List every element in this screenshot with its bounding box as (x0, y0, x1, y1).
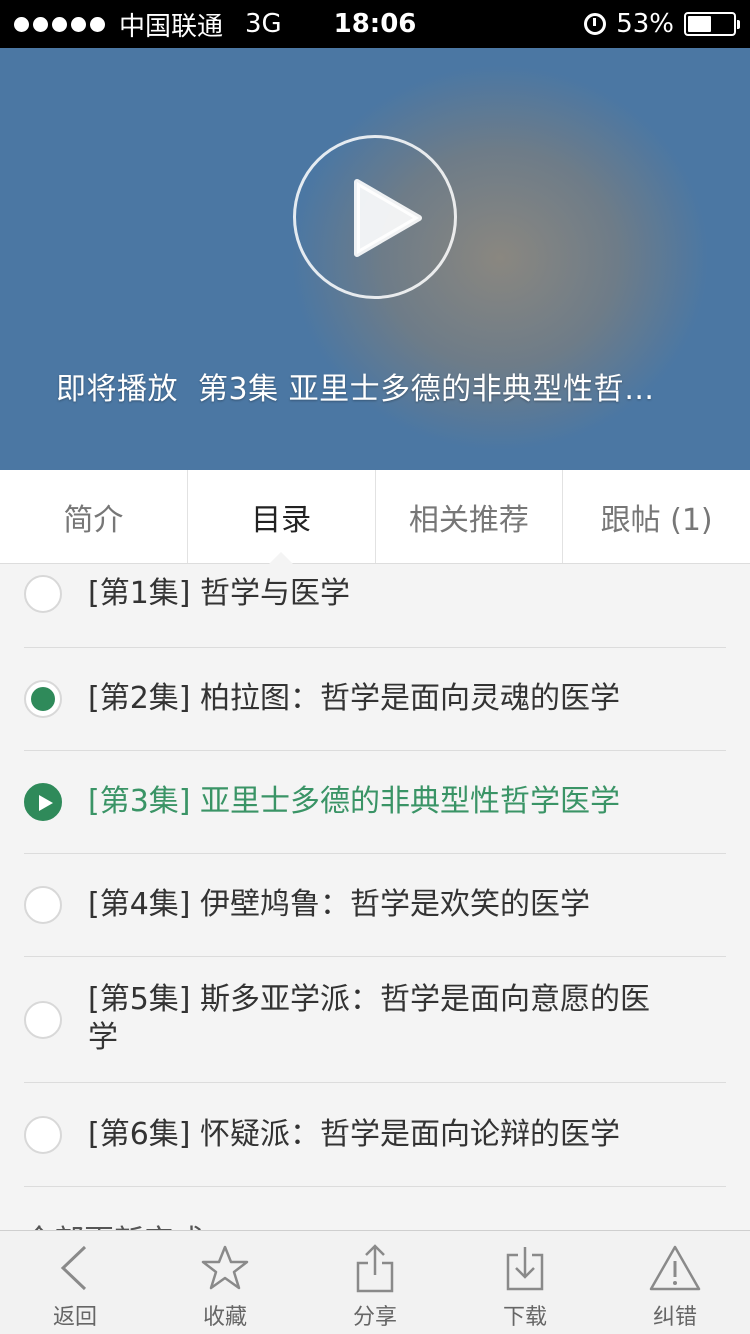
status-bar: 中国联通 3G 18:06 53% (0, 0, 750, 48)
watched-icon (24, 680, 62, 718)
episode-item-6[interactable]: [第6集] 怀疑派：哲学是面向论辩的医学 (24, 1083, 726, 1187)
report-label: 纠错 (652, 1305, 697, 1330)
back-label: 返回 (52, 1305, 97, 1330)
list-footer-text: 全部更新完成 (24, 1216, 204, 1230)
up-next-prefix: 即将播放 (56, 372, 178, 407)
tab-intro[interactable]: 简介 (0, 470, 188, 563)
video-player[interactable]: 即将播放 第3集 亚里士多德的非典型性哲… (0, 48, 750, 470)
download-icon (506, 1247, 544, 1291)
bottom-toolbar: 返回 收藏 分享 下载 纠错 (0, 1230, 750, 1334)
tab-recommend[interactable]: 相关推荐 (376, 470, 564, 563)
carrier-name: 中国联通 (119, 11, 224, 42)
episode-title: [第4集] 伊壁鸠鲁：哲学是欢笑的医学 (88, 887, 591, 922)
play-button[interactable] (293, 135, 457, 299)
warning-icon (649, 1245, 701, 1291)
now-playing-icon (24, 783, 62, 821)
episode-item-5[interactable]: [第5集] 斯多亚学派：哲学是面向意愿的医学 (24, 957, 726, 1083)
episode-item-1[interactable]: [第1集] 哲学与医学 (24, 564, 726, 648)
episode-title: [第1集] 哲学与医学 (88, 576, 351, 611)
tab-catalog[interactable]: 目录 (188, 470, 376, 564)
episode-title: [第2集] 柏拉图：哲学是面向灵魂的医学 (88, 681, 621, 716)
up-next-caption: 即将播放 第3集 亚里士多德的非典型性哲… (56, 364, 716, 408)
progress-partial-icon (24, 575, 62, 613)
star-icon (201, 1245, 249, 1290)
alarm-icon (584, 13, 607, 35)
unwatched-icon (24, 1001, 62, 1039)
play-icon (354, 179, 422, 257)
episode-title: [第6集] 怀疑派：哲学是面向论辩的医学 (88, 1117, 621, 1152)
signal-strength-icon (14, 16, 105, 32)
favorite-label: 收藏 (202, 1305, 247, 1330)
tab-comments[interactable]: 跟帖 (1) (563, 470, 750, 563)
download-label: 下载 (502, 1305, 547, 1330)
battery-percent: 53% (616, 9, 674, 39)
unwatched-icon (24, 1116, 62, 1154)
report-error-button[interactable]: 纠错 (600, 1231, 750, 1334)
episode-title: [第5集] 斯多亚学派：哲学是面向意愿的医学 (88, 982, 651, 1055)
share-icon (356, 1244, 394, 1293)
up-next-title: 第3集 亚里士多德的非典型性哲… (198, 372, 655, 407)
download-button[interactable]: 下载 (450, 1231, 600, 1334)
favorite-button[interactable]: 收藏 (150, 1231, 300, 1334)
network-type: 3G (245, 9, 282, 39)
episode-list: [第1集] 哲学与医学 [第2集] 柏拉图：哲学是面向灵魂的医学 [第3集] 亚… (0, 564, 750, 1230)
back-arrow-icon (60, 1245, 87, 1291)
episode-title: [第3集] 亚里士多德的非典型性哲学医学 (88, 784, 621, 819)
episode-item-4[interactable]: [第4集] 伊壁鸠鲁：哲学是欢笑的医学 (24, 854, 726, 957)
tab-bar: 简介 目录 相关推荐 跟帖 (1) (0, 470, 750, 564)
episode-item-2[interactable]: [第2集] 柏拉图：哲学是面向灵魂的医学 (24, 648, 726, 751)
back-button[interactable]: 返回 (0, 1231, 150, 1334)
battery-icon (684, 12, 740, 36)
episode-item-3[interactable]: [第3集] 亚里士多德的非典型性哲学医学 (24, 751, 726, 854)
unwatched-icon (24, 886, 62, 924)
share-label: 分享 (352, 1305, 397, 1330)
share-button[interactable]: 分享 (300, 1231, 450, 1334)
